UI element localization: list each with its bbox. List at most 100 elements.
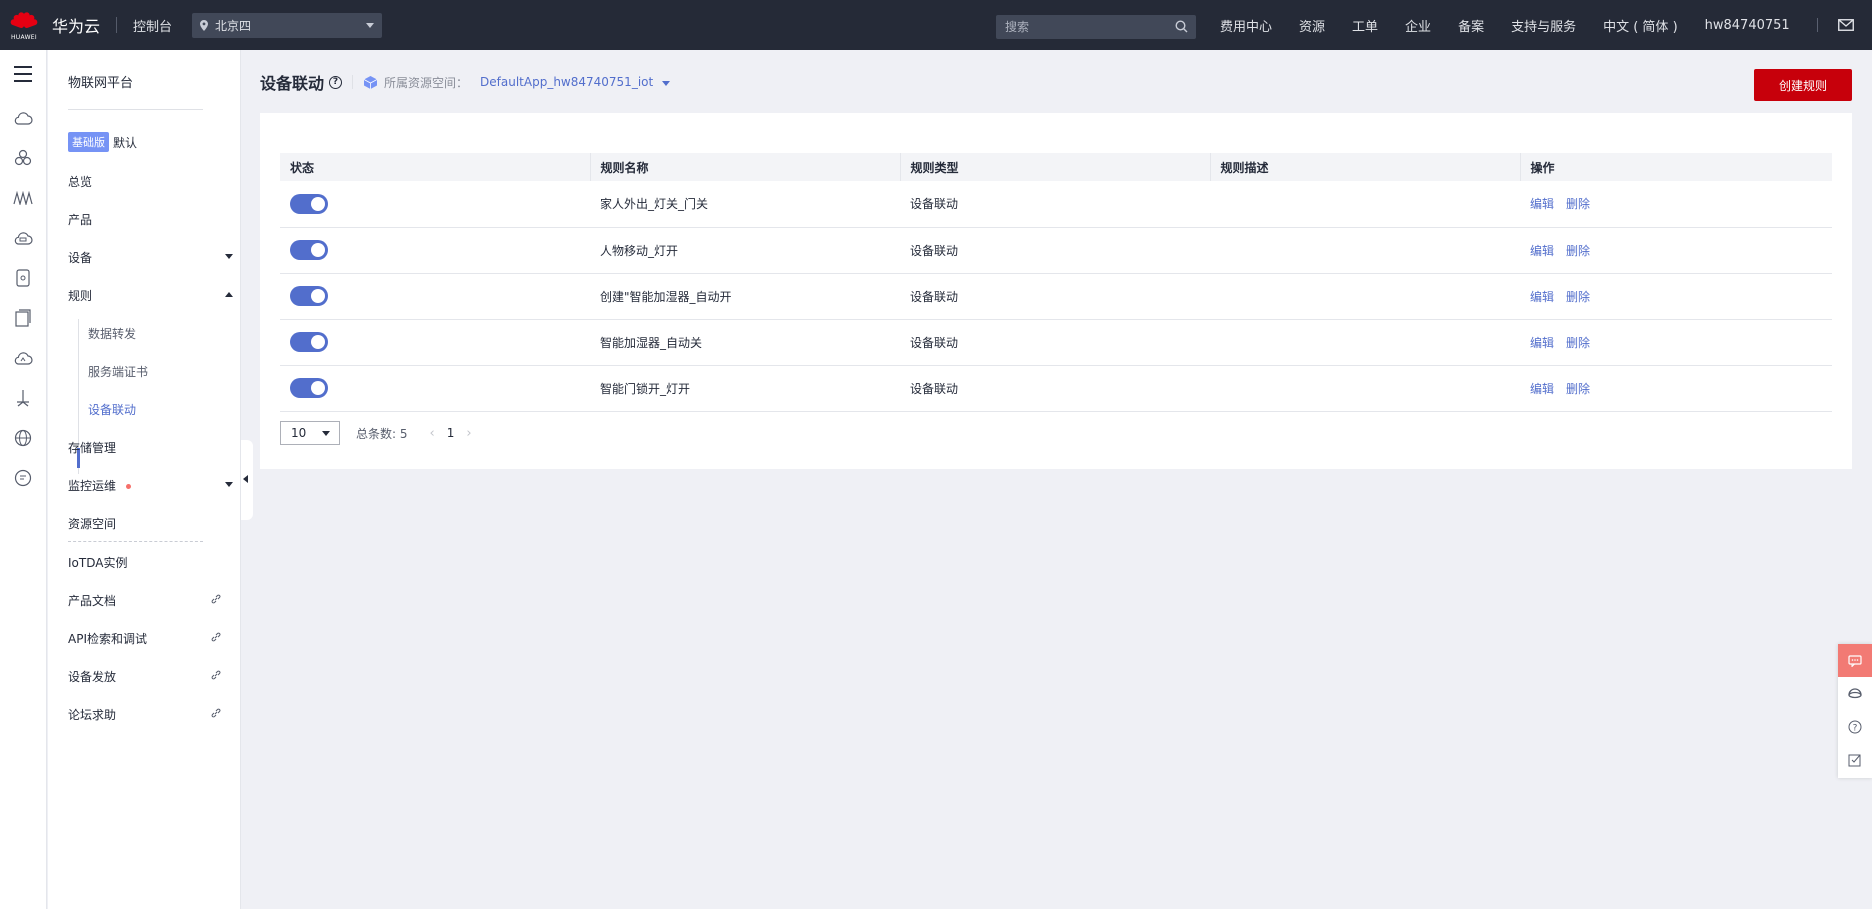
nav-tickets[interactable]: 工单 bbox=[1352, 16, 1378, 35]
pagination: 10 总条数: 5 ‹ 1 › bbox=[280, 421, 484, 445]
svg-text:?: ? bbox=[1853, 723, 1858, 733]
column-header-actions: 操作 bbox=[1520, 153, 1832, 181]
resource-space-selector[interactable]: DefaultApp_hw84740751_iot bbox=[480, 75, 653, 89]
help-icon[interactable]: ? bbox=[329, 75, 343, 89]
edition-name: 默认 bbox=[113, 135, 138, 150]
cloud-icon[interactable] bbox=[13, 108, 33, 128]
feedback-icon[interactable] bbox=[1838, 743, 1872, 776]
message-icon[interactable] bbox=[13, 468, 33, 488]
nav-filing[interactable]: 备案 bbox=[1458, 16, 1484, 35]
rule-description bbox=[1210, 319, 1520, 366]
edit-link[interactable]: 编辑 bbox=[1530, 244, 1554, 258]
network-icon[interactable] bbox=[13, 188, 33, 208]
page-size-select[interactable]: 10 bbox=[280, 421, 340, 445]
mail-icon[interactable] bbox=[1837, 19, 1854, 31]
globe-icon[interactable] bbox=[13, 428, 33, 448]
delete-link[interactable]: 删除 bbox=[1566, 336, 1590, 350]
nav-username[interactable]: hw84740751 bbox=[1705, 18, 1790, 33]
customer-service-icon[interactable] bbox=[1838, 677, 1872, 710]
rule-name: 创建"智能加湿器_自动开 bbox=[590, 273, 900, 320]
sidebar-item-iotda-instance[interactable]: IoTDA实例 bbox=[68, 554, 233, 571]
nav-billing[interactable]: 费用中心 bbox=[1220, 16, 1272, 35]
resource-space-label: 所属资源空间： bbox=[384, 75, 469, 90]
page-title: 设备联动 bbox=[260, 74, 325, 93]
chevron-down-icon[interactable] bbox=[662, 80, 671, 86]
rules-table: 状态 规则名称 规则类型 规则描述 操作 家人外出_灯关_门关 设备联动 编辑删… bbox=[280, 153, 1832, 412]
page-size-value: 10 bbox=[291, 426, 307, 440]
chevron-left-icon[interactable]: ‹ bbox=[430, 426, 435, 441]
edition-indicator[interactable]: 基础版 默认 bbox=[68, 132, 137, 152]
help-circle-icon[interactable]: ? bbox=[1838, 710, 1872, 743]
sidebar-item-rules[interactable]: 规则 bbox=[68, 287, 233, 304]
edit-link[interactable]: 编辑 bbox=[1530, 197, 1554, 211]
edit-link[interactable]: 编辑 bbox=[1530, 290, 1554, 304]
sidebar-item-device[interactable]: 设备 bbox=[68, 249, 233, 266]
sidebar-item-device-provisioning[interactable]: 设备发放 bbox=[68, 668, 233, 685]
sidebar-item-storage[interactable]: 存储管理 bbox=[68, 439, 233, 456]
rule-description bbox=[1210, 181, 1520, 228]
chevron-down-icon bbox=[366, 22, 375, 28]
rule-name: 家人外出_灯关_门关 bbox=[590, 181, 900, 228]
sidebar-collapse-toggle[interactable] bbox=[241, 440, 253, 520]
sidebar-item-forum[interactable]: 论坛求助 bbox=[68, 706, 233, 723]
sidebar-item-product-docs[interactable]: 产品文档 bbox=[68, 592, 233, 609]
sidebar-item-monitoring[interactable]: 监控运维 bbox=[68, 477, 233, 494]
status-toggle[interactable] bbox=[290, 193, 328, 214]
edition-badge: 基础版 bbox=[68, 132, 109, 152]
cluster-icon[interactable] bbox=[13, 148, 33, 168]
delete-link[interactable]: 删除 bbox=[1566, 382, 1590, 396]
nav-enterprise[interactable]: 企业 bbox=[1405, 16, 1431, 35]
brand-name[interactable]: 华为云 bbox=[52, 13, 100, 37]
table-row: 人物移动_灯开 设备联动 编辑 删除 bbox=[280, 227, 1832, 274]
sidebar-item-product[interactable]: 产品 bbox=[68, 211, 233, 228]
sidebar-item-server-cert[interactable]: 服务端证书 bbox=[88, 363, 148, 380]
status-toggle[interactable] bbox=[290, 240, 328, 260]
rule-type: 设备联动 bbox=[900, 319, 1210, 366]
logo-text: HUAWEI bbox=[11, 33, 37, 41]
security-icon[interactable] bbox=[13, 388, 33, 408]
cloud-upload-icon[interactable] bbox=[13, 348, 33, 368]
cloud-server-icon[interactable] bbox=[13, 228, 33, 248]
delete-link[interactable]: 删除 bbox=[1566, 244, 1590, 258]
rule-type: 设备联动 bbox=[900, 181, 1210, 228]
nav-resources[interactable]: 资源 bbox=[1299, 16, 1325, 35]
chat-icon[interactable] bbox=[1838, 644, 1872, 677]
sidebar: 物联网平台 基础版 默认 总览 产品 设备 规则 数据转发 服务端证书 设备联动… bbox=[48, 50, 241, 909]
search-icon[interactable] bbox=[1175, 20, 1188, 33]
huawei-logo[interactable]: HUAWEI bbox=[0, 0, 48, 50]
sidebar-item-label: 论坛求助 bbox=[68, 708, 117, 722]
edit-link[interactable]: 编辑 bbox=[1530, 382, 1554, 396]
menu-icon[interactable] bbox=[14, 66, 32, 87]
divider bbox=[352, 75, 354, 89]
chevron-down-icon bbox=[322, 431, 330, 436]
document-icon[interactable] bbox=[13, 308, 33, 328]
sidebar-item-data-forward[interactable]: 数据转发 bbox=[88, 325, 136, 342]
search-input[interactable] bbox=[1005, 20, 1165, 34]
total-count: 总条数: 5 bbox=[356, 426, 408, 441]
status-toggle[interactable] bbox=[290, 332, 328, 352]
sidebar-item-device-linkage[interactable]: 设备联动 bbox=[88, 401, 136, 418]
status-toggle[interactable] bbox=[290, 378, 328, 398]
console-link[interactable]: 控制台 bbox=[133, 16, 172, 35]
delete-link[interactable]: 删除 bbox=[1566, 197, 1590, 211]
edit-link[interactable]: 编辑 bbox=[1530, 336, 1554, 350]
service-icon-rail bbox=[0, 50, 47, 909]
region-selector[interactable]: 北京四 bbox=[192, 12, 383, 38]
floating-toolbar: ? bbox=[1838, 644, 1872, 778]
column-header-type: 规则类型 bbox=[900, 153, 1211, 181]
create-rule-button[interactable]: 创建规则 bbox=[1754, 69, 1852, 101]
delete-link[interactable]: 删除 bbox=[1566, 290, 1590, 304]
divider bbox=[68, 541, 203, 542]
rule-name: 智能加湿器_自动关 bbox=[590, 319, 900, 366]
storage-icon[interactable] bbox=[13, 268, 33, 288]
location-pin-icon bbox=[200, 19, 209, 31]
sidebar-item-api-explorer[interactable]: API检索和调试 bbox=[68, 630, 233, 647]
nav-language[interactable]: 中文 ( 简体 ) bbox=[1603, 16, 1678, 35]
sidebar-item-resource-space[interactable]: 资源空间 bbox=[68, 515, 233, 532]
chevron-right-icon[interactable]: › bbox=[466, 426, 471, 441]
page-number[interactable]: 1 bbox=[447, 426, 455, 440]
status-toggle[interactable] bbox=[290, 286, 328, 306]
sidebar-item-overview[interactable]: 总览 bbox=[68, 173, 233, 190]
nav-support[interactable]: 支持与服务 bbox=[1511, 16, 1576, 35]
notification-dot bbox=[126, 484, 132, 489]
